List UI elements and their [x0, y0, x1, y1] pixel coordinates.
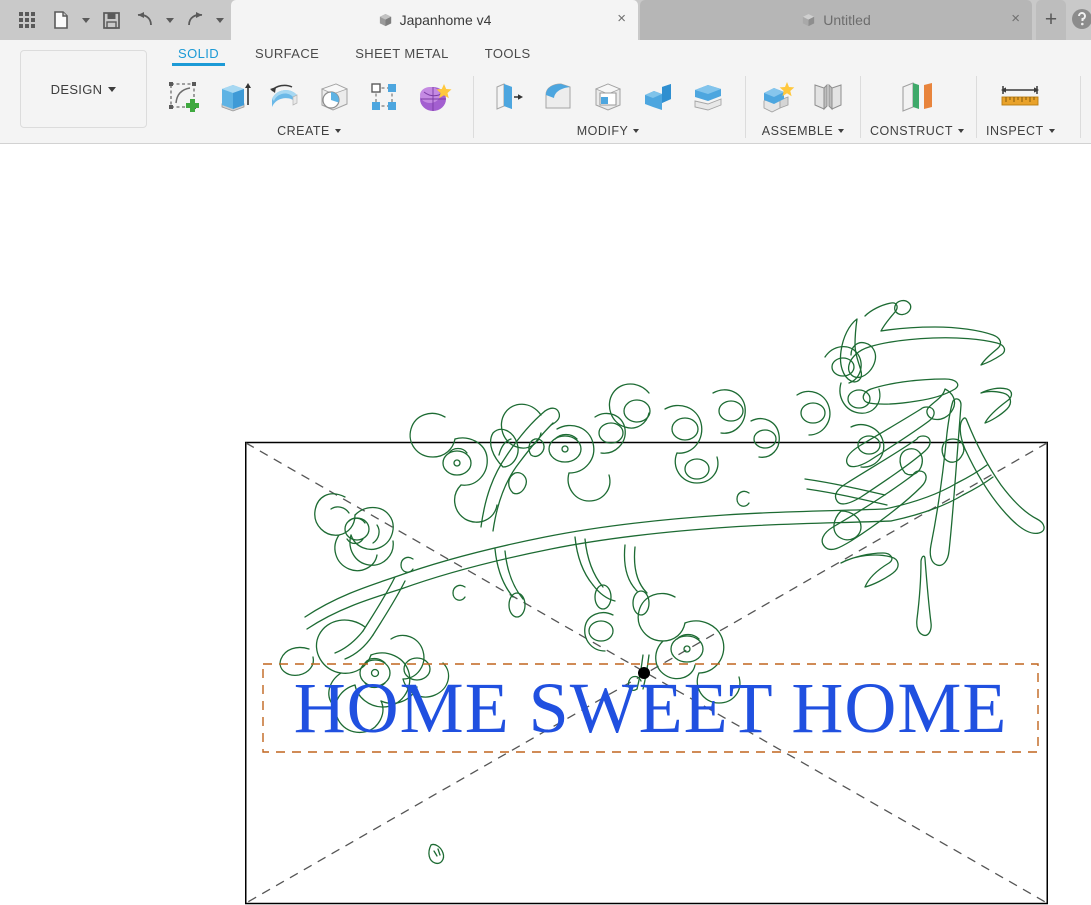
chevron-down-icon: [1048, 129, 1055, 133]
ribbon-group-inspect: INSPECT: [986, 70, 1055, 144]
measure-icon[interactable]: [996, 72, 1044, 122]
shell-icon[interactable]: [584, 72, 632, 122]
ribbon-group-create-label[interactable]: CREATE: [277, 124, 341, 138]
document-tab-untitled[interactable]: Untitled ×: [640, 0, 1032, 40]
chevron-down-icon: [334, 129, 341, 133]
undo-icon[interactable]: [128, 3, 162, 37]
joint-icon[interactable]: [804, 72, 852, 122]
ribbon-group-inspect-label[interactable]: INSPECT: [986, 124, 1055, 138]
pattern-icon[interactable]: [360, 72, 408, 122]
canvas-viewport[interactable]: HOME SWEET HOME: [0, 145, 1091, 905]
help-icon[interactable]: [1070, 7, 1091, 31]
tab-sheet-metal[interactable]: SHEET METAL: [337, 43, 467, 66]
fillet-icon[interactable]: [534, 72, 582, 122]
combine-icon[interactable]: [634, 72, 682, 122]
chevron-down-icon: [957, 129, 964, 133]
app-grid-icon[interactable]: [10, 3, 44, 37]
close-icon[interactable]: ×: [617, 11, 626, 26]
redo-dropdown-icon[interactable]: [212, 3, 228, 37]
assemble-label: ASSEMBLE: [761, 124, 834, 138]
tab-tools[interactable]: TOOLS: [467, 43, 549, 66]
create-sketch-icon[interactable]: [160, 72, 208, 122]
ribbon-group-assemble: ASSEMBLE: [754, 70, 852, 144]
document-tab-untitled-label: Untitled: [823, 12, 871, 28]
quick-access-toolbar: [0, 0, 228, 40]
ribbon-divider: [1080, 76, 1081, 138]
tab-solid[interactable]: SOLID: [160, 43, 237, 66]
origin-point: [638, 667, 650, 679]
chevron-down-icon: [108, 86, 117, 92]
ribbon-tabs: SOLID SURFACE SHEET METAL TOOLS: [160, 42, 549, 66]
document-cube-icon: [801, 13, 816, 28]
revolve-icon[interactable]: [260, 72, 308, 122]
split-face-icon[interactable]: [684, 72, 732, 122]
ribbon: DESIGN SOLID SURFACE SHEET METAL TOOLS C…: [0, 40, 1091, 144]
new-tab-button[interactable]: +: [1036, 0, 1066, 40]
tab-surface[interactable]: SURFACE: [237, 43, 337, 66]
ribbon-group-construct-label[interactable]: CONSTRUCT: [870, 124, 964, 138]
create-label: CREATE: [277, 124, 330, 138]
sweep-icon[interactable]: [310, 72, 358, 122]
ribbon-group-modify: MODIFY: [484, 70, 732, 144]
ribbon-group-modify-label[interactable]: MODIFY: [577, 124, 640, 138]
extrude-icon[interactable]: [210, 72, 258, 122]
ribbon-divider: [745, 76, 746, 138]
ribbon-group-construct: CONSTRUCT: [870, 70, 964, 144]
modify-label: MODIFY: [576, 124, 629, 138]
press-pull-icon[interactable]: [484, 72, 532, 122]
document-tab-japanhome[interactable]: Japanhome v4 ×: [231, 0, 638, 40]
close-icon[interactable]: ×: [1011, 11, 1020, 26]
undo-dropdown-icon[interactable]: [162, 3, 178, 37]
sketch-drawing[interactable]: HOME SWEET HOME: [245, 297, 1048, 905]
new-file-dropdown-icon[interactable]: [78, 3, 94, 37]
workspace-selector[interactable]: DESIGN: [20, 50, 147, 128]
chevron-down-icon: [838, 129, 845, 133]
form-icon[interactable]: [410, 72, 458, 122]
save-icon[interactable]: [94, 3, 128, 37]
document-tab-japanhome-label: Japanhome v4: [399, 12, 492, 28]
offset-plane-icon[interactable]: [893, 72, 941, 122]
sketch-svg: [245, 299, 1048, 905]
new-component-icon[interactable]: [754, 72, 802, 122]
redo-icon[interactable]: [178, 3, 212, 37]
workspace-selector-label: DESIGN: [50, 81, 103, 97]
inspect-label: INSPECT: [986, 124, 1044, 138]
ribbon-divider: [976, 76, 977, 138]
construct-label: CONSTRUCT: [870, 124, 953, 138]
ribbon-divider: [860, 76, 861, 138]
ribbon-divider: [473, 76, 474, 138]
new-file-icon[interactable]: [44, 3, 78, 37]
chevron-down-icon: [633, 129, 640, 133]
ribbon-group-assemble-label[interactable]: ASSEMBLE: [761, 124, 845, 138]
document-cube-icon: [378, 13, 393, 28]
title-tab-bar: Japanhome v4 × Untitled × +: [0, 0, 1091, 40]
ribbon-group-create: CREATE: [160, 70, 458, 144]
